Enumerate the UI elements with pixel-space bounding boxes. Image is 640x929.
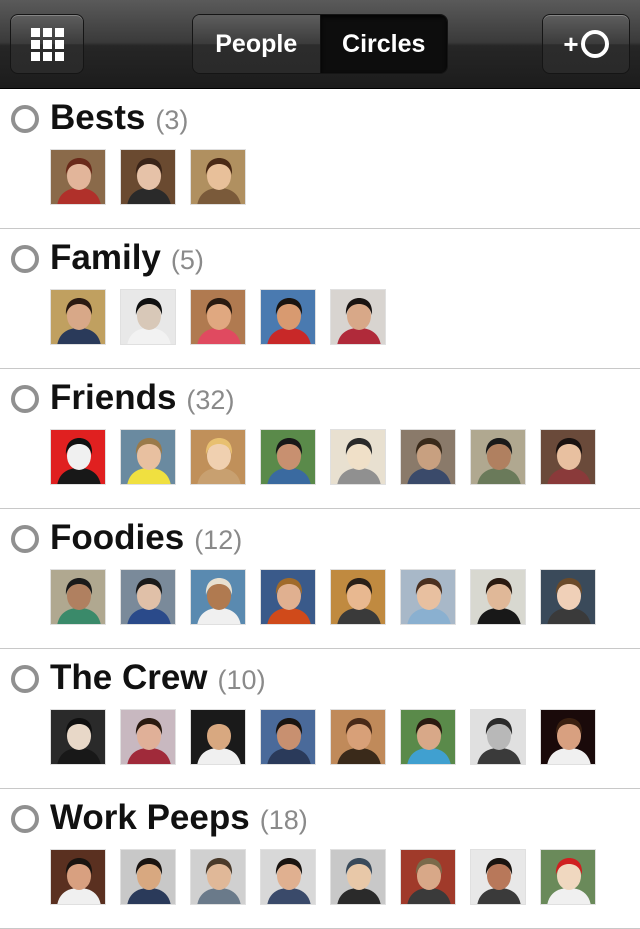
view-toggle: People Circles	[192, 14, 448, 74]
circle-member-count: (18)	[259, 805, 308, 835]
avatar-strip	[50, 849, 610, 905]
avatar[interactable]	[540, 709, 596, 765]
avatar[interactable]	[120, 149, 176, 205]
grid-icon	[30, 27, 64, 61]
avatar[interactable]	[50, 569, 106, 625]
avatar[interactable]	[120, 709, 176, 765]
circle-select-radio[interactable]	[11, 245, 39, 273]
avatar[interactable]	[540, 429, 596, 485]
avatar[interactable]	[190, 149, 246, 205]
avatar[interactable]	[190, 429, 246, 485]
avatar[interactable]	[120, 289, 176, 345]
avatar[interactable]	[330, 429, 386, 485]
avatar-strip	[50, 289, 400, 345]
circle-member-count: (10)	[217, 665, 266, 695]
avatar[interactable]	[260, 429, 316, 485]
avatar[interactable]	[330, 289, 386, 345]
avatar[interactable]	[190, 709, 246, 765]
circle-row[interactable]: Family (5)	[0, 229, 640, 369]
circle-select-radio[interactable]	[11, 105, 39, 133]
circle-ring-icon	[580, 30, 609, 58]
circle-name: Friends	[50, 378, 177, 417]
avatar[interactable]	[540, 849, 596, 905]
circle-select-radio[interactable]	[11, 385, 39, 413]
circle-header: Work Peeps (18)	[50, 798, 308, 838]
avatar[interactable]	[120, 569, 176, 625]
circle-name: Foodies	[50, 518, 185, 557]
avatar-strip	[50, 569, 610, 625]
circle-select-radio[interactable]	[11, 665, 39, 693]
circle-header: Bests (3)	[50, 98, 188, 138]
circle-header: Friends (32)	[50, 378, 234, 418]
avatar[interactable]	[260, 849, 316, 905]
circle-member-count: (12)	[194, 525, 243, 555]
grid-menu-button[interactable]	[10, 14, 84, 74]
plus-icon: +	[563, 29, 579, 59]
avatar[interactable]	[260, 709, 316, 765]
avatar[interactable]	[50, 429, 106, 485]
avatar[interactable]	[400, 849, 456, 905]
circle-member-count: (3)	[155, 105, 189, 135]
avatar[interactable]	[330, 569, 386, 625]
circle-name: The Crew	[50, 658, 208, 697]
circle-name: Family	[50, 238, 161, 277]
avatar[interactable]	[540, 569, 596, 625]
avatar-strip	[50, 709, 610, 765]
circle-header: The Crew (10)	[50, 658, 266, 698]
avatar[interactable]	[50, 709, 106, 765]
circle-header: Family (5)	[50, 238, 204, 278]
circle-list: Bests (3) Family (5) Friends (32) Foodies (12) T…	[0, 89, 640, 929]
tab-people[interactable]: People	[193, 15, 321, 73]
avatar[interactable]	[470, 569, 526, 625]
circle-row[interactable]: Foodies (12)	[0, 509, 640, 649]
avatar[interactable]	[470, 849, 526, 905]
circle-row[interactable]: Bests (3)	[0, 89, 640, 229]
avatar[interactable]	[400, 709, 456, 765]
avatar[interactable]	[400, 429, 456, 485]
tab-circles[interactable]: Circles	[320, 15, 447, 73]
avatar[interactable]	[470, 709, 526, 765]
avatar[interactable]	[260, 569, 316, 625]
avatar[interactable]	[50, 149, 106, 205]
avatar[interactable]	[190, 289, 246, 345]
avatar[interactable]	[400, 569, 456, 625]
avatar-strip	[50, 149, 260, 205]
circle-member-count: (32)	[186, 385, 235, 415]
avatar[interactable]	[50, 849, 106, 905]
avatar[interactable]	[120, 429, 176, 485]
add-circle-button[interactable]: +	[542, 14, 630, 74]
circle-row[interactable]: The Crew (10)	[0, 649, 640, 789]
avatar[interactable]	[190, 569, 246, 625]
avatar[interactable]	[330, 709, 386, 765]
avatar[interactable]	[50, 289, 106, 345]
circle-member-count: (5)	[170, 245, 204, 275]
avatar[interactable]	[190, 849, 246, 905]
avatar[interactable]	[260, 289, 316, 345]
top-navigation-bar: People Circles +	[0, 0, 640, 89]
avatar[interactable]	[330, 849, 386, 905]
circle-row[interactable]: Work Peeps (18)	[0, 789, 640, 929]
avatar[interactable]	[120, 849, 176, 905]
circle-name: Bests	[50, 98, 146, 137]
circle-name: Work Peeps	[50, 798, 250, 837]
circle-header: Foodies (12)	[50, 518, 242, 558]
avatar-strip	[50, 429, 610, 485]
circle-select-radio[interactable]	[11, 525, 39, 553]
avatar[interactable]	[470, 429, 526, 485]
circle-row[interactable]: Friends (32)	[0, 369, 640, 509]
circle-select-radio[interactable]	[11, 805, 39, 833]
